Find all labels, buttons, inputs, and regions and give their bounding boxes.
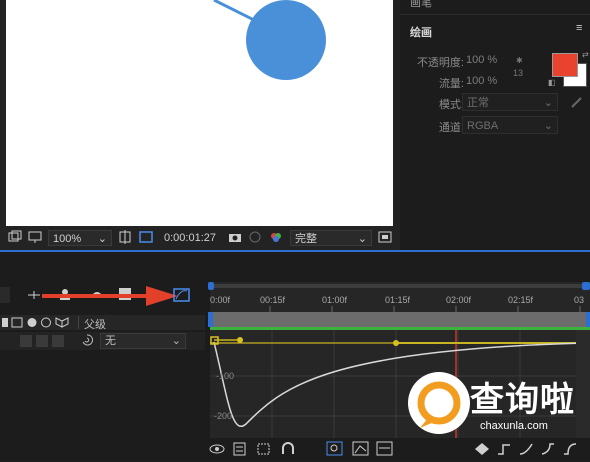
transparency-grid-icon[interactable] [138, 230, 154, 246]
paint-panel: 画笔 绘画 ≡ 不透明度: 100 % 流量: 100 % ✱ 13 ⇄ ◧ 模… [400, 0, 590, 250]
chevron-down-icon: ⌄ [543, 97, 553, 109]
keyframe-diamond-icon[interactable] [474, 442, 490, 461]
mode-dropdown[interactable]: 正常 ⌄ [462, 93, 558, 111]
hold-keyframe-icon[interactable] [496, 442, 512, 461]
timecode[interactable]: 0:00:01:27 [164, 230, 216, 246]
navigator-bar[interactable] [210, 284, 590, 288]
ease-out-icon[interactable] [562, 442, 578, 461]
default-colors-icon[interactable]: ◧ [548, 78, 556, 87]
flow-value[interactable]: 100 % [466, 75, 497, 87]
chevron-down-icon: ⌄ [543, 120, 553, 132]
watermark-title: 查询啦 [470, 380, 575, 420]
navigator-start-handle[interactable] [208, 282, 214, 290]
parent-column-header: 父级 [84, 319, 106, 331]
zoom-dropdown[interactable]: 100% ⌄ [48, 230, 112, 246]
timeline-search-field[interactable] [0, 287, 10, 303]
region-icon[interactable] [8, 230, 22, 246]
zoom-to-fit-icon[interactable] [376, 441, 394, 462]
panel-separator [400, 14, 590, 15]
eyedropper-icon[interactable] [570, 95, 584, 112]
eye-icon[interactable] [208, 442, 226, 461]
graph-type-icon[interactable] [232, 442, 248, 461]
color-channels-icon[interactable] [268, 230, 284, 246]
graph-scrollbar[interactable] [576, 330, 590, 438]
watermark-logo [408, 372, 470, 434]
parent-value: 无 [105, 335, 116, 347]
opacity-label: 不透明度: [416, 57, 464, 69]
channel-dropdown[interactable]: RGBA ⌄ [462, 116, 558, 134]
composition-canvas[interactable] [6, 0, 393, 226]
channel-value: RGBA [467, 120, 499, 132]
brushes-panel-title: 画笔 [410, 0, 432, 9]
handle-point[interactable] [237, 337, 243, 343]
column-divider [78, 316, 79, 329]
switch-box[interactable] [20, 335, 32, 347]
opacity-value[interactable]: 100 % [466, 54, 497, 66]
work-area-bar[interactable] [208, 312, 590, 327]
switches-icons [2, 316, 78, 329]
grid-guides-icon[interactable] [118, 230, 132, 246]
layer-columns-header: 父级 [0, 315, 205, 331]
resolution-value: 完整 [295, 233, 317, 245]
handle-point[interactable] [393, 340, 399, 346]
paint-section-title: 绘画 [410, 27, 432, 39]
chevron-down-icon: ⌄ [171, 335, 181, 347]
mode-value: 正常 [467, 97, 489, 109]
snapshot-icon[interactable] [228, 230, 242, 246]
composition-viewer: 100% ⌄ 0:00:01:27 完整 ⌄ [0, 0, 400, 250]
zoom-value: 100% [53, 233, 82, 245]
foreground-color-swatch[interactable] [552, 53, 578, 77]
graph-axis-label: -200 [214, 411, 233, 421]
red-arrow-annotation [42, 286, 178, 306]
viewer-toolbar: 100% ⌄ 0:00:01:27 完整 ⌄ [0, 226, 400, 250]
show-snapshot-icon[interactable] [248, 230, 262, 246]
watermark-subtitle: chaxunla.com [480, 420, 548, 432]
fit-selection-icon[interactable] [326, 441, 344, 462]
ease-in-icon[interactable] [540, 442, 556, 461]
graph-editor-icon[interactable] [173, 287, 191, 308]
channel-label: 通道: [438, 122, 464, 134]
panel-menu-icon[interactable]: ≡ [576, 22, 582, 34]
snap-icon[interactable] [280, 442, 296, 461]
fit-all-icon[interactable] [352, 441, 370, 462]
navigator-end-handle[interactable] [582, 282, 590, 290]
pick-whip-icon[interactable] [80, 333, 94, 350]
work-area-start[interactable] [208, 312, 213, 327]
chevron-down-icon: ⌄ [357, 233, 367, 245]
work-area-end[interactable] [586, 312, 590, 327]
ease-keyframe-icon[interactable] [518, 442, 534, 461]
mode-label: 模式: [438, 99, 464, 111]
transform-box-icon[interactable] [256, 442, 272, 461]
flow-label: 流量: [438, 78, 464, 90]
region-of-interest-icon[interactable] [378, 230, 392, 246]
chevron-down-icon: ⌄ [97, 233, 107, 245]
ruler-ticks [269, 306, 581, 312]
switch-box[interactable] [52, 335, 64, 347]
monitor-icon[interactable] [28, 230, 42, 246]
brush-tip-icon: ✱ [516, 56, 523, 65]
switch-box[interactable] [36, 335, 48, 347]
time-ruler[interactable]: 0:00f 00:15f 01:00f 01:15f 02:00f 02:15f… [208, 282, 590, 312]
swap-colors-icon[interactable]: ⇄ [582, 50, 589, 59]
canvas-shapes [213, 0, 326, 80]
graph-editor-toolbar [200, 438, 590, 460]
resolution-dropdown[interactable]: 完整 ⌄ [290, 230, 372, 246]
blue-circle-shape[interactable] [246, 0, 326, 80]
layer-row[interactable]: 无 ⌄ [0, 332, 205, 350]
graph-axis-label: -100 [216, 371, 235, 381]
brush-size: 13 [513, 68, 524, 78]
parent-dropdown[interactable]: 无 ⌄ [100, 333, 186, 349]
